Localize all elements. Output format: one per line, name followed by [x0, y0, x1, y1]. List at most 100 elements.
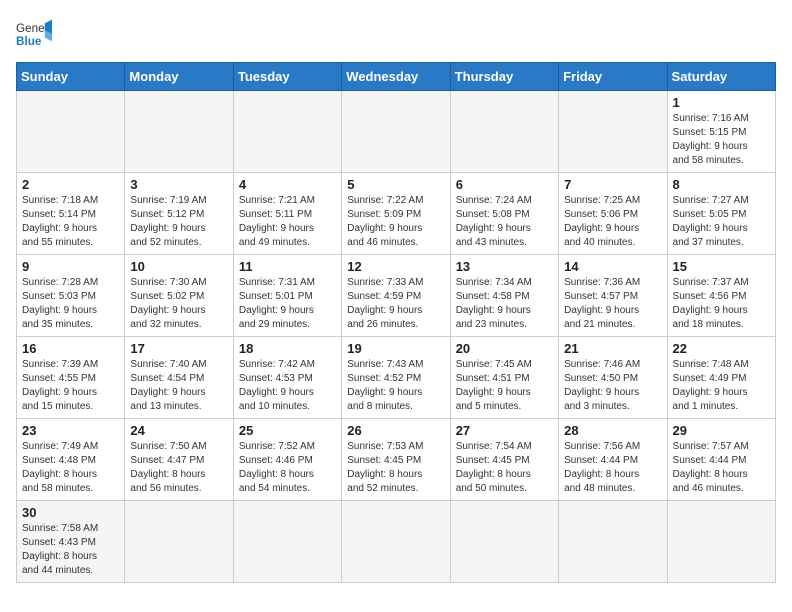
calendar-cell: [559, 501, 667, 583]
calendar-cell: 1Sunrise: 7:16 AMSunset: 5:15 PMDaylight…: [667, 91, 775, 173]
logo: General Blue: [16, 16, 52, 52]
svg-text:Blue: Blue: [16, 35, 42, 48]
week-row-5: 23 Sunrise: 7:49 AMSunset: 4:48 PMDayligh…: [17, 419, 776, 501]
day-info: Sunrise: 7:34 AMSunset: 4:58 PMDaylight:…: [456, 276, 553, 332]
calendar-cell: [17, 91, 125, 173]
calendar-cell: 2 Sunrise: 7:18 AMSunset: 5:14 PMDaylight…: [17, 173, 125, 255]
day-info: Sunrise: 7:16 AMSunset: 5:15 PMDaylight:…: [673, 112, 770, 168]
calendar-cell: [233, 501, 341, 583]
calendar-cell: 14 Sunrise: 7:36 AMSunset: 4:57 PMDayligh…: [559, 255, 667, 337]
day-info: Sunrise: 7:28 AMSunset: 5:03 PMDaylight:…: [22, 276, 119, 332]
day-info: Sunrise: 7:37 AMSunset: 4:56 PMDaylight:…: [673, 276, 770, 332]
day-info: Sunrise: 7:36 AMSunset: 4:57 PMDaylight:…: [564, 276, 661, 332]
calendar-cell: 19 Sunrise: 7:43 AMSunset: 4:52 PMDayligh…: [342, 337, 450, 419]
calendar-cell: 30Sunrise: 7:58 AMSunset: 4:43 PMDayligh…: [17, 501, 125, 583]
week-row-2: 2 Sunrise: 7:18 AMSunset: 5:14 PMDaylight…: [17, 173, 776, 255]
weekday-header-thursday: Thursday: [450, 63, 558, 91]
calendar-cell: 24 Sunrise: 7:50 AMSunset: 4:47 PMDayligh…: [125, 419, 233, 501]
day-info: Sunrise: 7:53 AMSunset: 4:45 PMDaylight:…: [347, 440, 444, 496]
day-info: Sunrise: 7:27 AMSunset: 5:05 PMDaylight:…: [673, 194, 770, 250]
day-info: Sunrise: 7:56 AMSunset: 4:44 PMDaylight:…: [564, 440, 661, 496]
day-info: Sunrise: 7:50 AMSunset: 4:47 PMDaylight:…: [130, 440, 227, 496]
calendar-cell: 7Sunrise: 7:25 AMSunset: 5:06 PMDaylight…: [559, 173, 667, 255]
day-number: 29: [673, 423, 770, 438]
day-number: 23: [22, 423, 119, 438]
day-number: 17: [130, 341, 227, 356]
day-info: Sunrise: 7:18 AMSunset: 5:14 PMDaylight:…: [22, 194, 119, 250]
day-number: 13: [456, 259, 553, 274]
day-number: 15: [673, 259, 770, 274]
day-number: 24: [130, 423, 227, 438]
day-info: Sunrise: 7:42 AMSunset: 4:53 PMDaylight:…: [239, 358, 336, 414]
weekday-header-monday: Monday: [125, 63, 233, 91]
weekday-header-wednesday: Wednesday: [342, 63, 450, 91]
day-info: Sunrise: 7:21 AMSunset: 5:11 PMDaylight:…: [239, 194, 336, 250]
calendar-cell: 5 Sunrise: 7:22 AMSunset: 5:09 PMDaylight…: [342, 173, 450, 255]
day-number: 12: [347, 259, 444, 274]
day-number: 6: [456, 177, 553, 192]
day-number: 11: [239, 259, 336, 274]
calendar-cell: 28 Sunrise: 7:56 AMSunset: 4:44 PMDayligh…: [559, 419, 667, 501]
day-info: Sunrise: 7:39 AMSunset: 4:55 PMDaylight:…: [22, 358, 119, 414]
calendar-cell: [233, 91, 341, 173]
day-number: 28: [564, 423, 661, 438]
day-info: Sunrise: 7:54 AMSunset: 4:45 PMDaylight:…: [456, 440, 553, 496]
day-number: 20: [456, 341, 553, 356]
day-number: 19: [347, 341, 444, 356]
calendar-cell: 26 Sunrise: 7:53 AMSunset: 4:45 PMDayligh…: [342, 419, 450, 501]
week-row-3: 9 Sunrise: 7:28 AMSunset: 5:03 PMDaylight…: [17, 255, 776, 337]
page-header: General Blue: [16, 16, 776, 52]
day-info: Sunrise: 7:22 AMSunset: 5:09 PMDaylight:…: [347, 194, 444, 250]
week-row-1: 1Sunrise: 7:16 AMSunset: 5:15 PMDaylight…: [17, 91, 776, 173]
calendar-cell: 6 Sunrise: 7:24 AMSunset: 5:08 PMDaylight…: [450, 173, 558, 255]
weekday-header-tuesday: Tuesday: [233, 63, 341, 91]
day-info: Sunrise: 7:33 AMSunset: 4:59 PMDaylight:…: [347, 276, 444, 332]
calendar-cell: 20 Sunrise: 7:45 AMSunset: 4:51 PMDayligh…: [450, 337, 558, 419]
day-number: 30: [22, 505, 119, 520]
day-number: 9: [22, 259, 119, 274]
day-number: 27: [456, 423, 553, 438]
day-info: Sunrise: 7:40 AMSunset: 4:54 PMDaylight:…: [130, 358, 227, 414]
day-number: 5: [347, 177, 444, 192]
calendar-cell: [450, 501, 558, 583]
calendar-cell: 16 Sunrise: 7:39 AMSunset: 4:55 PMDayligh…: [17, 337, 125, 419]
calendar-cell: 25 Sunrise: 7:52 AMSunset: 4:46 PMDayligh…: [233, 419, 341, 501]
logo-icon: General Blue: [16, 16, 52, 52]
day-info: Sunrise: 7:25 AMSunset: 5:06 PMDaylight:…: [564, 194, 661, 250]
weekday-header-friday: Friday: [559, 63, 667, 91]
day-number: 14: [564, 259, 661, 274]
day-info: Sunrise: 7:46 AMSunset: 4:50 PMDaylight:…: [564, 358, 661, 414]
calendar-cell: 22Sunrise: 7:48 AMSunset: 4:49 PMDayligh…: [667, 337, 775, 419]
calendar-cell: 17 Sunrise: 7:40 AMSunset: 4:54 PMDayligh…: [125, 337, 233, 419]
day-number: 26: [347, 423, 444, 438]
day-number: 25: [239, 423, 336, 438]
calendar-cell: [125, 501, 233, 583]
day-info: Sunrise: 7:52 AMSunset: 4:46 PMDaylight:…: [239, 440, 336, 496]
day-info: Sunrise: 7:24 AMSunset: 5:08 PMDaylight:…: [456, 194, 553, 250]
calendar-cell: 10 Sunrise: 7:30 AMSunset: 5:02 PMDayligh…: [125, 255, 233, 337]
calendar-cell: [559, 91, 667, 173]
calendar-cell: 9 Sunrise: 7:28 AMSunset: 5:03 PMDaylight…: [17, 255, 125, 337]
day-number: 4: [239, 177, 336, 192]
day-number: 3: [130, 177, 227, 192]
calendar-cell: 8 Sunrise: 7:27 AMSunset: 5:05 PMDaylight…: [667, 173, 775, 255]
day-number: 10: [130, 259, 227, 274]
day-number: 8: [673, 177, 770, 192]
calendar-cell: 23 Sunrise: 7:49 AMSunset: 4:48 PMDayligh…: [17, 419, 125, 501]
day-number: 18: [239, 341, 336, 356]
calendar-cell: 15 Sunrise: 7:37 AMSunset: 4:56 PMDayligh…: [667, 255, 775, 337]
day-number: 16: [22, 341, 119, 356]
day-info: Sunrise: 7:19 AMSunset: 5:12 PMDaylight:…: [130, 194, 227, 250]
day-info: Sunrise: 7:45 AMSunset: 4:51 PMDaylight:…: [456, 358, 553, 414]
day-info: Sunrise: 7:30 AMSunset: 5:02 PMDaylight:…: [130, 276, 227, 332]
calendar-cell: [342, 91, 450, 173]
weekday-header-saturday: Saturday: [667, 63, 775, 91]
weekday-header-sunday: Sunday: [17, 63, 125, 91]
day-info: Sunrise: 7:43 AMSunset: 4:52 PMDaylight:…: [347, 358, 444, 414]
calendar-cell: 13 Sunrise: 7:34 AMSunset: 4:58 PMDayligh…: [450, 255, 558, 337]
calendar-cell: 3 Sunrise: 7:19 AMSunset: 5:12 PMDaylight…: [125, 173, 233, 255]
calendar-cell: [450, 91, 558, 173]
day-info: Sunrise: 7:49 AMSunset: 4:48 PMDaylight:…: [22, 440, 119, 496]
day-number: 2: [22, 177, 119, 192]
calendar-cell: 11Sunrise: 7:31 AMSunset: 5:01 PMDayligh…: [233, 255, 341, 337]
